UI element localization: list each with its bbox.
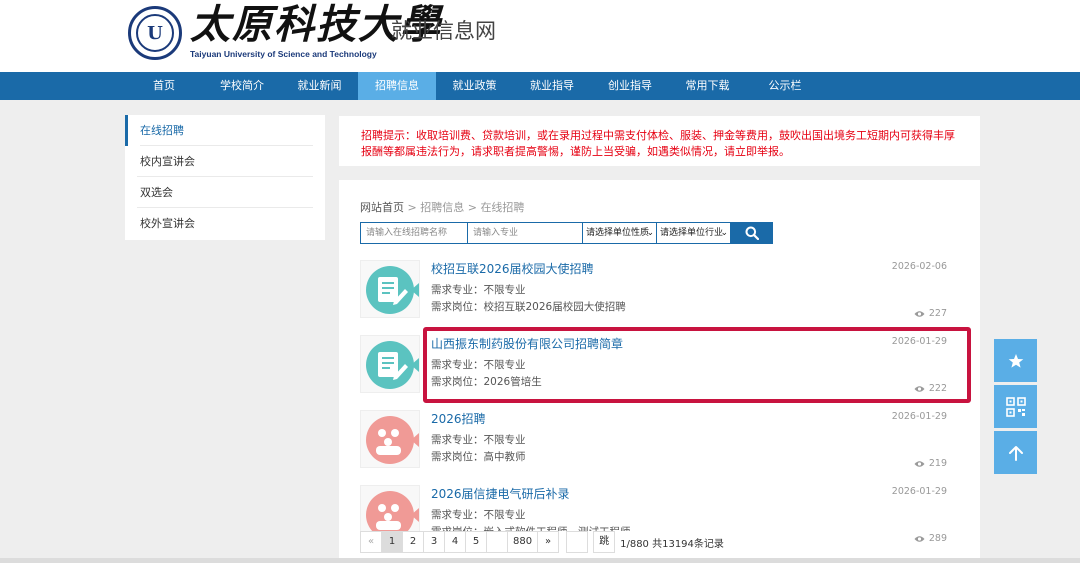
job-views: 219 xyxy=(914,458,947,469)
sidebar-item-label: 校外宣讲会 xyxy=(140,217,195,230)
main-nav: 首页 学校简介 就业新闻 招聘信息 就业政策 就业指导 创业指导 常用下载 公示… xyxy=(0,72,1080,100)
sidebar-item-offcampus-talk[interactable]: 校外宣讲会 xyxy=(125,208,325,239)
breadcrumb: 网站首页 > 招聘信息 > 在线招聘 xyxy=(360,199,524,215)
job-title-link[interactable]: 2026届信捷电气研后补录 xyxy=(431,485,570,502)
unit-nature-select-value: 请选择单位性质 xyxy=(586,228,650,238)
job-view-count: 289 xyxy=(928,533,947,544)
site-title: 就业信息网 xyxy=(391,19,496,43)
breadcrumb-separator: > xyxy=(404,201,421,214)
job-views: 227 xyxy=(914,308,947,319)
job-date: 2026-02-06 xyxy=(891,261,947,272)
goto-page-button[interactable]: 跳 xyxy=(593,531,616,553)
document-edit-icon xyxy=(360,335,420,393)
search-button[interactable] xyxy=(730,222,773,244)
qrcode-icon xyxy=(1005,396,1026,417)
breadcrumb-home[interactable]: 网站首页 xyxy=(360,201,404,214)
job-post: 需求岗位：高中教师 xyxy=(431,451,526,463)
sidebar-item-campus-talk[interactable]: 校内宣讲会 xyxy=(125,146,325,177)
job-major: 需求专业：不限专业 xyxy=(431,434,526,446)
unit-industry-select-value: 请选择单位行业 xyxy=(660,228,724,238)
major-input[interactable]: 请输入专业 xyxy=(467,222,583,244)
page-button-1[interactable]: 1 xyxy=(381,531,403,553)
page-button-last[interactable]: 880 xyxy=(507,531,539,553)
breadcrumb-current: 在线招聘 xyxy=(480,201,525,214)
arrow-up-icon xyxy=(1008,445,1023,461)
recruitment-warning-notice: 招聘提示：收取培训费、贷款培训，或在录用过程中需支付体检、服装、押金等费用，鼓吹… xyxy=(339,116,980,166)
star-icon xyxy=(1008,353,1023,368)
page-button-4[interactable]: 4 xyxy=(444,531,466,553)
nav-policy[interactable]: 就业政策 xyxy=(436,72,513,100)
job-major: 需求专业：不限专业 xyxy=(431,509,526,521)
nav-bulletin[interactable]: 公示栏 xyxy=(746,72,824,100)
breadcrumb-recruitment[interactable]: 招聘信息 xyxy=(420,201,464,214)
sidebar-item-label: 双选会 xyxy=(140,186,173,199)
sidebar-item-job-fair[interactable]: 双选会 xyxy=(125,177,325,208)
nav-guidance[interactable]: 就业指导 xyxy=(513,72,591,100)
search-icon xyxy=(745,226,759,240)
eye-icon xyxy=(914,460,925,467)
job-view-count: 227 xyxy=(928,308,947,319)
job-title-link[interactable]: 2026招聘 xyxy=(431,410,486,427)
nav-recruitment[interactable]: 招聘信息 xyxy=(358,72,436,100)
chevron-down-icon: ⌄ xyxy=(720,228,728,238)
job-date: 2026-01-29 xyxy=(891,411,947,422)
job-major: 需求专业：不限专业 xyxy=(431,284,526,296)
unit-nature-select[interactable]: 请选择单位性质 ⌄ xyxy=(582,222,657,244)
sidebar-item-online-recruitment[interactable]: 在线招聘 xyxy=(125,115,325,146)
prev-page-button[interactable]: « xyxy=(360,531,382,553)
eye-icon xyxy=(914,310,925,317)
nav-about[interactable]: 学校简介 xyxy=(203,72,281,100)
page-bottom-strip xyxy=(0,558,1080,563)
page-button-5[interactable]: 5 xyxy=(465,531,487,553)
site-header: U 太原科技大學 Taiyuan University of Science a… xyxy=(0,0,1080,72)
next-page-button[interactable]: » xyxy=(537,531,560,553)
job-title-link[interactable]: 校招互联2026届校园大使招聘 xyxy=(431,260,594,277)
chevron-down-icon: ⌄ xyxy=(646,228,654,238)
job-list-item[interactable]: 2026招聘 2026-01-29 需求专业：不限专业 需求岗位：高中教师 21… xyxy=(360,410,950,480)
sidebar-item-label: 校内宣讲会 xyxy=(140,155,195,168)
university-seal-logo[interactable]: U xyxy=(128,6,182,60)
qrcode-button[interactable] xyxy=(994,385,1037,428)
pagination: « 1 2 3 4 5 880 » 跳 1/880 共13194条记录 xyxy=(360,531,724,553)
page-ellipsis xyxy=(486,531,508,553)
job-post: 需求岗位：校招互联2026届校园大使招聘 xyxy=(431,301,626,313)
job-date: 2026-01-29 xyxy=(891,486,947,497)
page-button-3[interactable]: 3 xyxy=(423,531,445,553)
seal-letter: U xyxy=(136,14,174,52)
goto-page-input[interactable] xyxy=(566,531,589,553)
highlight-box xyxy=(423,327,971,403)
page-button-2[interactable]: 2 xyxy=(402,531,424,553)
nav-home[interactable]: 首页 xyxy=(125,72,203,100)
document-edit-icon xyxy=(360,260,420,318)
nav-news[interactable]: 就业新闻 xyxy=(281,72,358,100)
unit-industry-select[interactable]: 请选择单位行业 ⌄ xyxy=(656,222,731,244)
breadcrumb-separator: > xyxy=(464,201,481,214)
eye-icon xyxy=(914,535,925,542)
job-view-count: 219 xyxy=(928,458,947,469)
university-name-en: Taiyuan University of Science and Techno… xyxy=(190,49,377,59)
pagination-info: 1/880 共13194条记录 xyxy=(620,538,724,550)
recruitment-name-input[interactable]: 请输入在线招聘名称 xyxy=(360,222,468,244)
back-to-top-button[interactable] xyxy=(994,431,1037,474)
nav-downloads[interactable]: 常用下载 xyxy=(669,72,746,100)
sidebar-item-label: 在线招聘 xyxy=(140,124,184,137)
nav-entrepreneurship[interactable]: 创业指导 xyxy=(591,72,669,100)
group-meeting-icon xyxy=(360,410,420,468)
job-list-item[interactable]: 校招互联2026届校园大使招聘 2026-02-06 需求专业：不限专业 需求岗… xyxy=(360,260,950,330)
favorite-button[interactable] xyxy=(994,339,1037,382)
job-views: 289 xyxy=(914,533,947,544)
sidebar: 在线招聘 校内宣讲会 双选会 校外宣讲会 xyxy=(125,115,325,240)
